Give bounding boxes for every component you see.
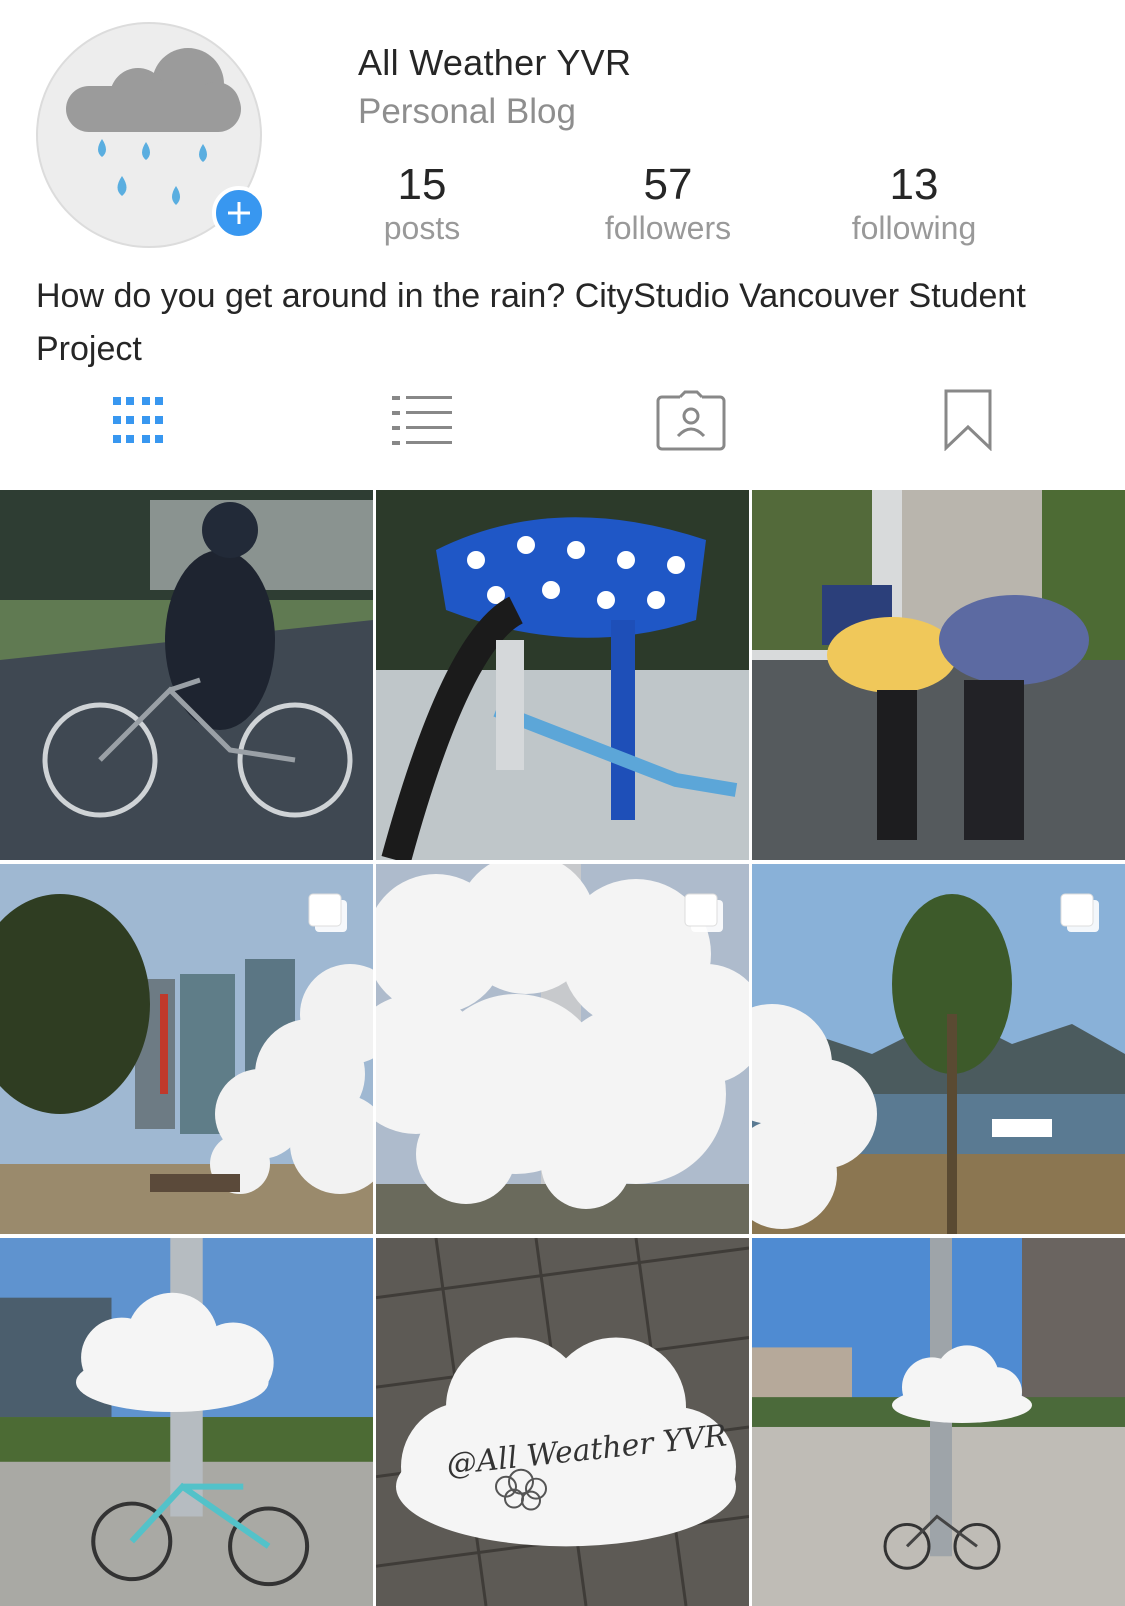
umbrellas-photo <box>752 490 1125 860</box>
profile-header: All Weather YVR Personal Blog 15 posts 5… <box>0 0 1125 490</box>
add-story-button[interactable] <box>212 186 266 240</box>
post-thumbnail[interactable] <box>0 490 373 860</box>
followers-count: 57 <box>643 160 693 209</box>
following-count: 13 <box>889 160 939 209</box>
posts-count: 15 <box>397 160 447 209</box>
bookmark-icon <box>944 389 992 451</box>
multiple-photos-icon <box>1060 893 1099 932</box>
cloud-plaza-photo <box>752 1238 1125 1606</box>
tab-grid[interactable] <box>98 382 178 458</box>
post-thumbnail[interactable] <box>752 1238 1125 1606</box>
post-thumbnail[interactable] <box>376 864 749 1234</box>
multiple-photos-icon <box>684 893 723 932</box>
tab-list[interactable] <box>378 382 468 458</box>
followers-label: followers <box>604 210 732 246</box>
profile-bio: How do you get around in the rain? CityS… <box>36 277 1026 368</box>
posts-label: posts <box>383 210 461 246</box>
multiple-photos-icon <box>308 893 347 932</box>
profile-category: Personal Blog <box>358 92 576 131</box>
post-thumbnail[interactable] <box>752 864 1125 1234</box>
bike-seat-photo <box>376 490 749 860</box>
cyclist-photo <box>0 490 373 860</box>
cloud-bicycle-photo <box>0 1238 373 1606</box>
plus-icon <box>228 202 250 224</box>
post-thumbnail[interactable]: @All Weather YVR <box>376 1238 749 1606</box>
posts-grid: @All Weather YVR <box>0 490 1125 1606</box>
following-label: following <box>851 210 977 246</box>
grid-icon <box>113 397 163 443</box>
profile-username: All Weather YVR <box>358 42 632 83</box>
tagged-person-icon <box>656 390 726 451</box>
stat-following[interactable]: 13 following <box>814 160 1014 246</box>
post-thumbnail[interactable] <box>0 864 373 1234</box>
stat-posts[interactable]: 15 posts <box>322 160 522 246</box>
stat-followers[interactable]: 57 followers <box>568 160 768 246</box>
tab-tagged[interactable] <box>654 382 728 458</box>
tab-saved[interactable] <box>938 382 998 458</box>
profile-tabs <box>0 382 1125 458</box>
list-icon <box>392 396 452 445</box>
post-thumbnail[interactable] <box>376 490 749 860</box>
post-thumbnail[interactable] <box>0 1238 373 1606</box>
post-thumbnail[interactable] <box>752 490 1125 860</box>
